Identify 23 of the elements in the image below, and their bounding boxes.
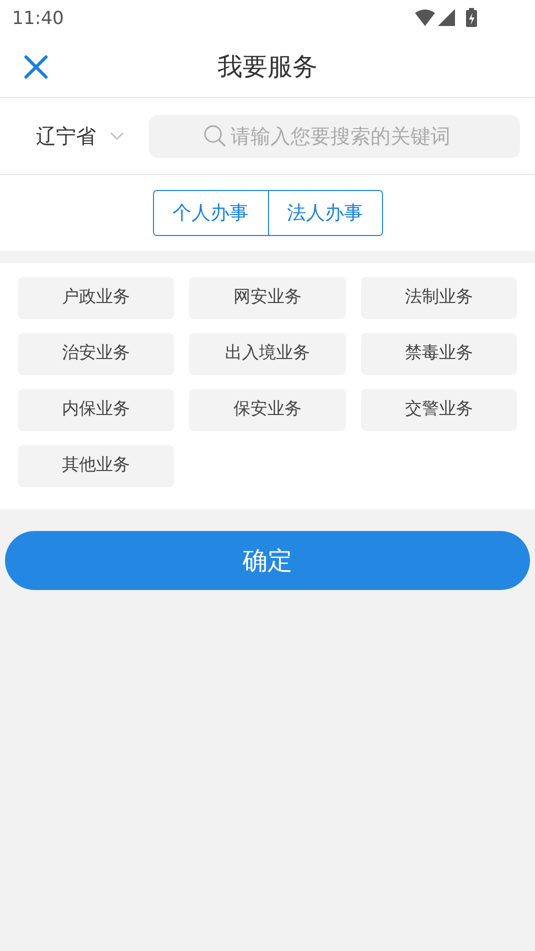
category-chip[interactable]: 禁毒业务 bbox=[360, 333, 517, 375]
category-chip[interactable]: 保安业务 bbox=[189, 389, 346, 431]
chevron-down-icon bbox=[110, 132, 124, 140]
category-chip[interactable]: 内保业务 bbox=[18, 389, 174, 431]
category-chip[interactable]: 其他业务 bbox=[18, 445, 174, 487]
category-chip[interactable]: 户政业务 bbox=[18, 277, 174, 319]
category-chip[interactable]: 法制业务 bbox=[360, 277, 517, 319]
province-dropdown[interactable]: 辽宁省 bbox=[36, 121, 149, 151]
category-chip[interactable]: 治安业务 bbox=[18, 333, 174, 375]
search-field[interactable]: 请输入您要搜索的关键词 bbox=[149, 114, 520, 158]
confirm-button[interactable]: 确定 bbox=[5, 531, 530, 590]
wifi-icon bbox=[415, 10, 435, 26]
page-title: 我要服务 bbox=[218, 50, 318, 83]
segment-tab[interactable]: 法人办事 bbox=[268, 191, 382, 235]
close-icon[interactable] bbox=[23, 54, 49, 80]
category-chip[interactable]: 出入境业务 bbox=[189, 333, 346, 375]
category-chip[interactable]: 交警业务 bbox=[360, 389, 517, 431]
category-chip[interactable]: 网安业务 bbox=[189, 277, 346, 319]
signal-icon bbox=[438, 9, 455, 26]
status-time: 11:40 bbox=[12, 6, 64, 30]
battery-icon bbox=[466, 8, 477, 27]
search-input[interactable]: 请输入您要搜索的关键词 bbox=[230, 121, 466, 151]
search-icon bbox=[202, 124, 226, 148]
